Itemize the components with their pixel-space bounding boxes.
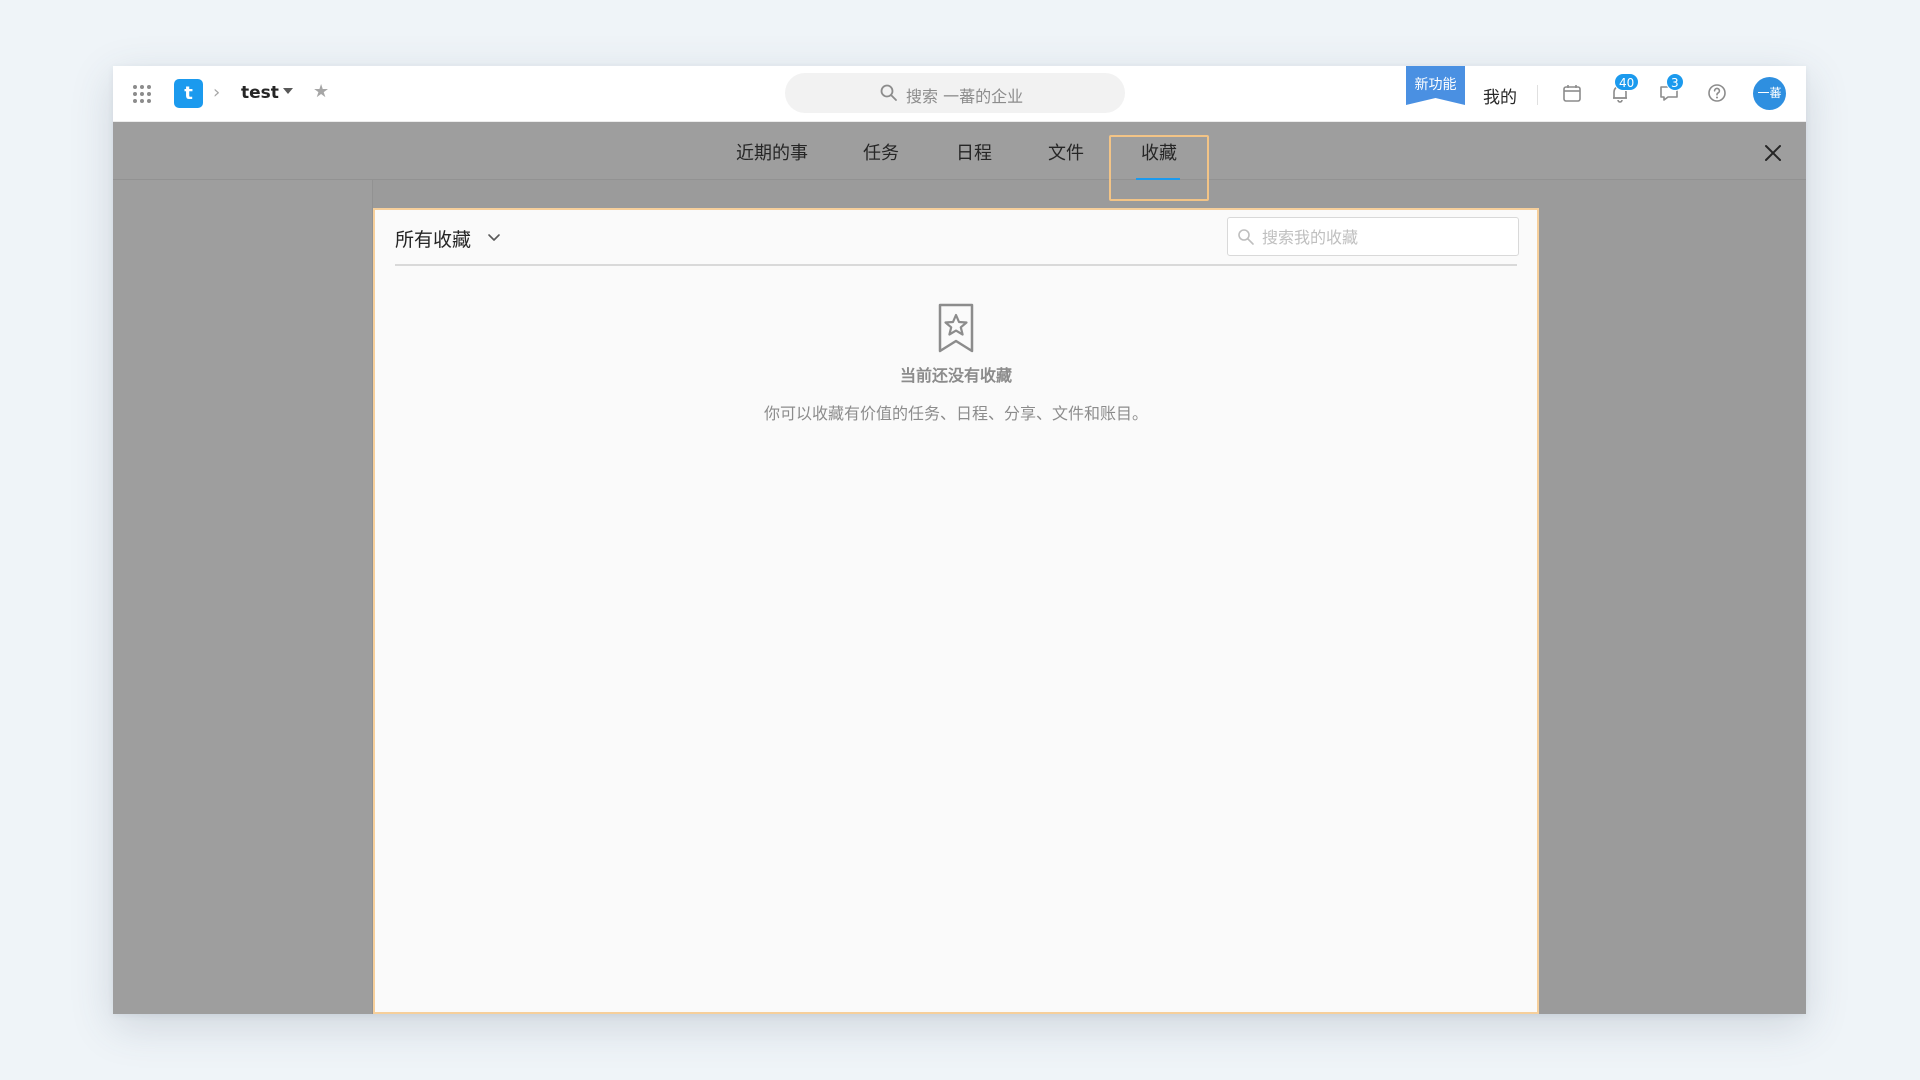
favorites-search-input[interactable] (1262, 224, 1502, 250)
active-tab-highlight (1109, 135, 1209, 201)
notification-count-badge: 40 (1614, 73, 1640, 91)
favorites-header: 所有收藏 (395, 210, 1519, 266)
help-icon[interactable] (1706, 82, 1728, 104)
mine-link[interactable]: 我的 (1483, 83, 1517, 108)
tab-files[interactable]: 文件 (1048, 139, 1084, 165)
tab-recent[interactable]: 近期的事 (736, 139, 808, 165)
favorites-panel: 所有收藏 当前还没有收藏 你可以收藏有价值的任务、日程、分享、文件和账目。 (373, 208, 1539, 1014)
empty-state: 当前还没有收藏 你可以收藏有价值的任务、日程、分享、文件和账目。 (375, 302, 1537, 424)
search-icon (1238, 229, 1254, 245)
new-feature-badge[interactable]: 新功能 (1406, 66, 1465, 105)
calendar-icon[interactable] (1561, 82, 1583, 104)
global-search[interactable]: 搜索 一蕃的企业 (785, 73, 1125, 113)
tab-tasks[interactable]: 任务 (863, 139, 899, 165)
active-tab-underline (1136, 178, 1180, 180)
star-icon[interactable]: ★ (313, 81, 329, 102)
empty-state-title: 当前还没有收藏 (899, 366, 1012, 385)
tab-schedule[interactable]: 日程 (956, 139, 992, 165)
search-icon (880, 84, 897, 101)
avatar[interactable]: 一蕃 (1753, 77, 1786, 110)
close-icon[interactable] (1761, 141, 1785, 165)
chevron-right-icon: › (213, 82, 221, 103)
global-search-placeholder: 搜索 一蕃的企业 (906, 87, 1024, 106)
message-count-badge: 3 (1666, 73, 1684, 91)
bookmark-star-icon (938, 303, 974, 353)
app-window: t › test ★ 搜索 一蕃的企业 新功能 我的 40 3 一蕃 近期的事 … (113, 66, 1806, 1014)
project-name[interactable]: test (241, 83, 279, 103)
caret-down-icon[interactable] (283, 88, 293, 94)
app-logo[interactable]: t (174, 79, 203, 108)
empty-state-description: 你可以收藏有价值的任务、日程、分享、文件和账目。 (763, 404, 1148, 423)
favorites-filter-dropdown[interactable]: 所有收藏 (395, 225, 471, 252)
top-bar: t › test ★ 搜索 一蕃的企业 新功能 我的 40 3 一蕃 (113, 66, 1806, 122)
divider (1537, 85, 1538, 105)
overlay-tab-bar: 近期的事 任务 日程 文件 收藏 (113, 122, 1806, 180)
apps-grid-icon[interactable] (133, 85, 151, 103)
chevron-down-icon[interactable] (487, 230, 501, 244)
favorites-search[interactable] (1227, 217, 1519, 256)
